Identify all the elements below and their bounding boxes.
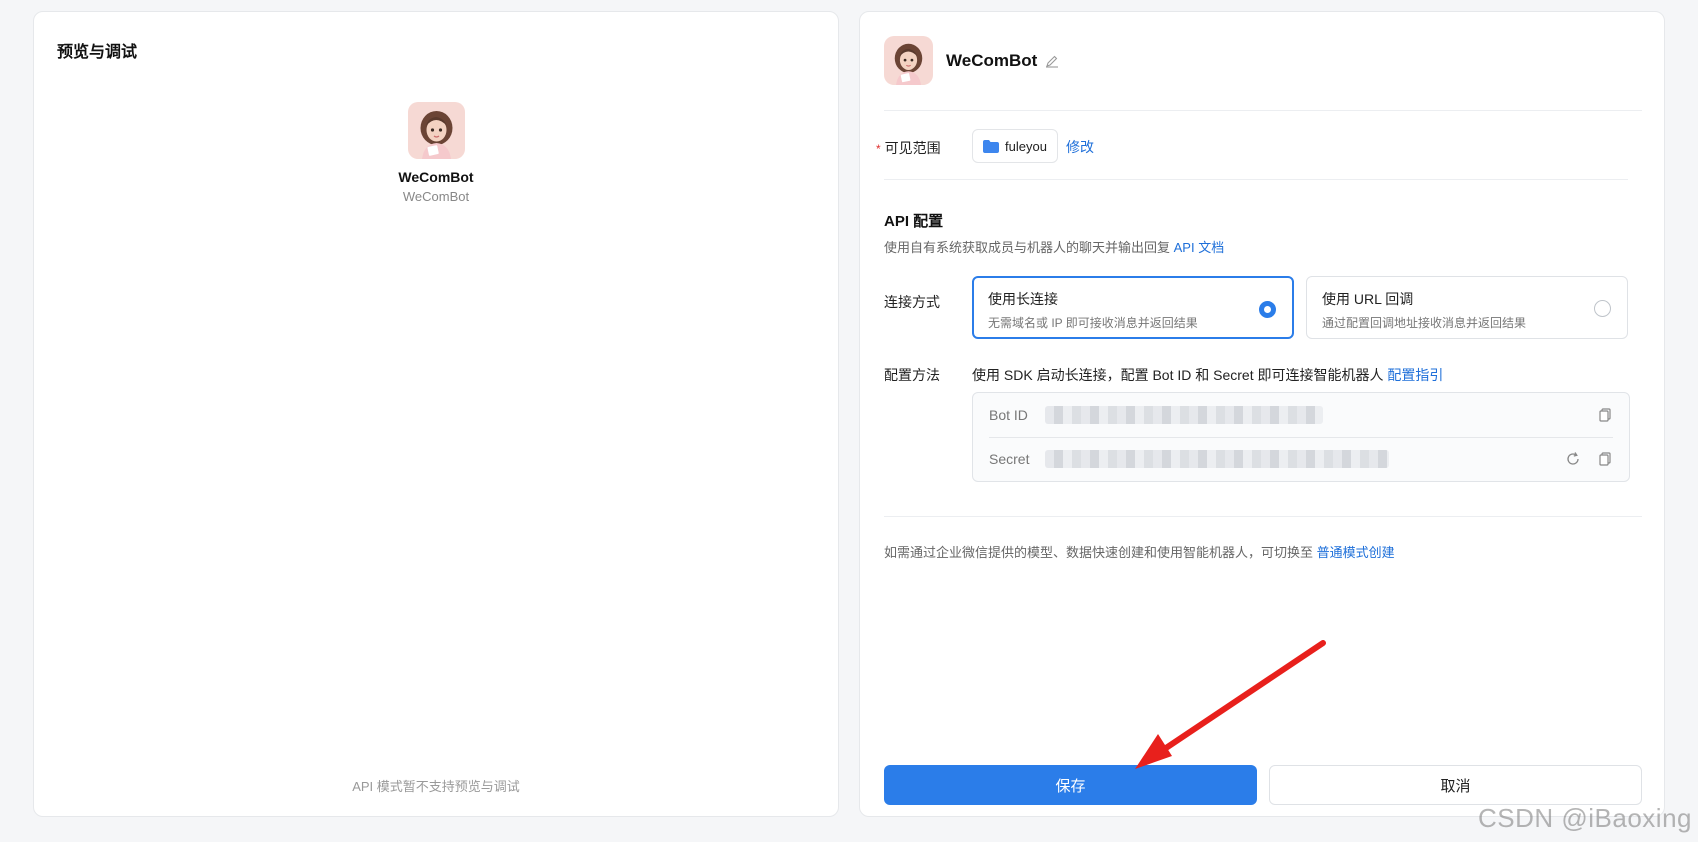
option-desc: 无需域名或 IP 即可接收消息并返回结果 [988, 316, 1198, 330]
folder-icon [983, 139, 999, 153]
scope-modify-link[interactable]: 修改 [1066, 137, 1094, 157]
normal-mode-link[interactable]: 普通模式创建 [1317, 545, 1395, 560]
bot-name: WeComBot [946, 50, 1038, 70]
credentials-box: Bot ID Secret [972, 392, 1630, 482]
option-title: 使用长连接 [988, 291, 1058, 307]
required-mark: * [876, 142, 881, 156]
bot-id-value-masked [1045, 406, 1323, 424]
config-header: WeComBot [884, 36, 1059, 85]
secret-value-masked [1045, 450, 1389, 468]
preview-title: 预览与调试 [57, 44, 138, 61]
method-text: 使用 SDK 启动长连接，配置 Bot ID 和 Secret 即可连接智能机器… [972, 365, 1443, 385]
edit-name-icon[interactable] [1045, 54, 1059, 68]
connection-option-long[interactable]: 使用长连接 无需域名或 IP 即可接收消息并返回结果 [972, 276, 1294, 339]
preview-panel: 预览与调试 WeComBot WeComBot API 模式暂不支持预览与调试 [33, 11, 839, 817]
refresh-secret-icon[interactable] [1565, 451, 1581, 467]
scope-value: fuleyou [1005, 138, 1047, 154]
save-button[interactable]: 保存 [884, 765, 1257, 805]
cancel-button[interactable]: 取消 [1269, 765, 1642, 805]
radio-selected-icon[interactable] [1259, 301, 1276, 318]
mode-switch-hint: 如需通过企业微信提供的模型、数据快速创建和使用智能机器人，可切换至 普通模式创建 [884, 542, 1395, 561]
scope-label: 可见范围 [884, 140, 941, 156]
scope-divider [884, 179, 1628, 180]
bot-id-label: Bot ID [989, 407, 1028, 423]
scope-label-wrap: * 可见范围 [876, 138, 941, 158]
connection-label: 连接方式 [884, 294, 940, 310]
bot-id-row: Bot ID [989, 393, 1613, 437]
method-label: 配置方法 [884, 367, 940, 383]
preview-bot-subtitle: WeComBot [402, 189, 470, 204]
radio-unselected-icon[interactable] [1594, 300, 1611, 317]
api-config-title: API 配置 [884, 213, 944, 230]
secret-label: Secret [989, 451, 1030, 467]
method-desc: 使用 SDK 启动长连接，配置 Bot ID 和 Secret 即可连接智能机器… [972, 367, 1384, 383]
preview-bot-card: WeComBot WeComBot [34, 102, 838, 204]
preview-unsupported-note: API 模式暂不支持预览与调试 [352, 779, 520, 794]
scope-chip: fuleyou [972, 129, 1058, 163]
option-title: 使用 URL 回调 [1322, 291, 1414, 307]
api-doc-link[interactable]: API 文档 [1174, 240, 1225, 255]
guide-link[interactable]: 配置指引 [1387, 367, 1443, 383]
hint-text: 如需通过企业微信提供的模型、数据快速创建和使用智能机器人，可切换至 [884, 545, 1314, 560]
secret-row: Secret [989, 437, 1613, 481]
api-config-desc: 使用自有系统获取成员与机器人的聊天并输出回复 API 文档 [884, 237, 1224, 256]
connection-option-url[interactable]: 使用 URL 回调 通过配置回调地址接收消息并返回结果 [1306, 276, 1628, 339]
copy-bot-id-icon[interactable] [1597, 407, 1613, 423]
bot-avatar [407, 102, 465, 159]
api-desc-text: 使用自有系统获取成员与机器人的聊天并输出回复 [884, 240, 1171, 255]
watermark: CSDN @iBaoxing [1477, 803, 1692, 833]
bot-avatar [884, 36, 933, 85]
bottom-divider [884, 516, 1642, 517]
config-panel: WeComBot * 可见范围 fuleyou 修改 API 配置 使用自有系统获… [859, 11, 1665, 817]
preview-bot-name: WeComBot [398, 169, 474, 185]
header-divider [884, 110, 1642, 111]
option-desc: 通过配置回调地址接收消息并返回结果 [1322, 316, 1527, 330]
copy-secret-icon[interactable] [1597, 451, 1613, 467]
